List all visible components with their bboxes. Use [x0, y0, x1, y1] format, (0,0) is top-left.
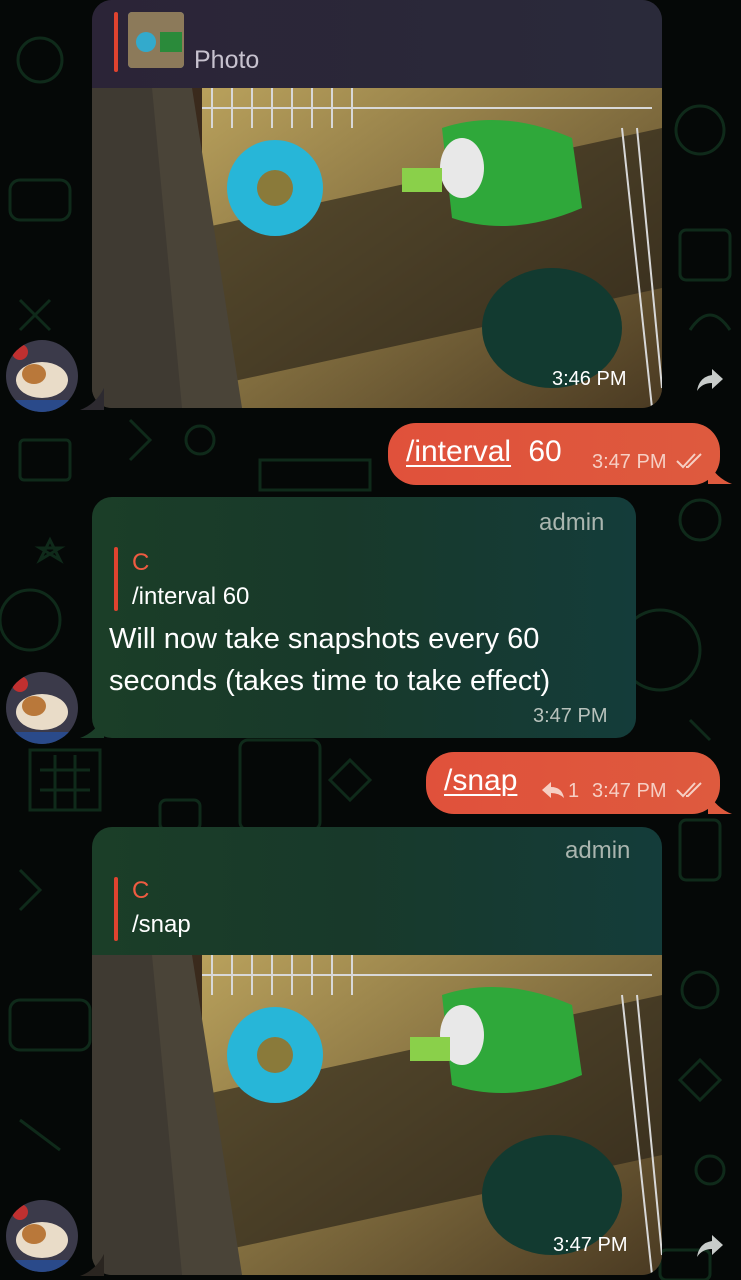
message-timestamp: 3:47 PM	[592, 451, 667, 473]
message-timestamp: 3:47 PM	[533, 705, 608, 727]
reply-accent-bar	[114, 877, 118, 941]
replies-count[interactable]: 1	[568, 780, 579, 803]
outgoing-message-bubble[interactable]: /snap 1 3:47 PM	[426, 752, 720, 814]
forward-arrow-icon[interactable]	[690, 360, 730, 400]
reply-text: /snap	[132, 911, 191, 938]
reply-accent-bar	[114, 12, 118, 72]
avatar[interactable]	[6, 340, 78, 412]
double-check-icon	[676, 453, 702, 469]
double-check-icon	[676, 782, 702, 798]
reply-arrow-icon[interactable]	[542, 782, 564, 798]
cage-photo[interactable]	[92, 955, 662, 1275]
avatar[interactable]	[6, 1200, 78, 1272]
command-link[interactable]: /snap	[444, 764, 517, 798]
bubble-tail	[80, 716, 104, 738]
reply-author: C	[132, 877, 150, 904]
sender-name: admin	[565, 837, 631, 864]
forward-arrow-icon[interactable]	[690, 1226, 730, 1266]
bubble-tail	[708, 792, 732, 814]
reply-author: C	[132, 549, 150, 576]
photo-message-bubble[interactable]: Photo 3:46 PM	[92, 0, 662, 408]
command-link[interactable]: /interval	[406, 435, 511, 469]
reply-text: /interval 60	[132, 583, 250, 610]
avatar[interactable]	[6, 672, 78, 744]
bubble-tail	[708, 462, 732, 484]
message-text: 60	[520, 435, 562, 468]
outgoing-message-bubble[interactable]: /interval 60 3:47 PM	[388, 423, 720, 485]
photo-timestamp: 3:46 PM	[552, 368, 627, 390]
message-text-line-2: seconds (takes time to take effect)	[109, 665, 551, 697]
incoming-message-bubble[interactable]: admin C /interval 60 Will now take snaps…	[92, 497, 636, 738]
reply-accent-bar	[114, 547, 118, 611]
reply-preview-label: Photo	[194, 46, 260, 74]
bubble-tail	[80, 1254, 104, 1276]
photo-thumbnail	[128, 12, 184, 68]
message-text-line-1: Will now take snapshots every 60	[109, 623, 540, 655]
photo-message-bubble[interactable]: admin C /snap 3:47 PM	[92, 827, 662, 1275]
photo-timestamp: 3:47 PM	[553, 1234, 628, 1256]
sender-name: admin	[539, 509, 605, 536]
bubble-tail	[80, 388, 104, 410]
reply-preview[interactable]: Photo	[92, 0, 662, 88]
cage-photo[interactable]	[92, 88, 662, 408]
message-timestamp: 3:47 PM	[592, 780, 667, 802]
